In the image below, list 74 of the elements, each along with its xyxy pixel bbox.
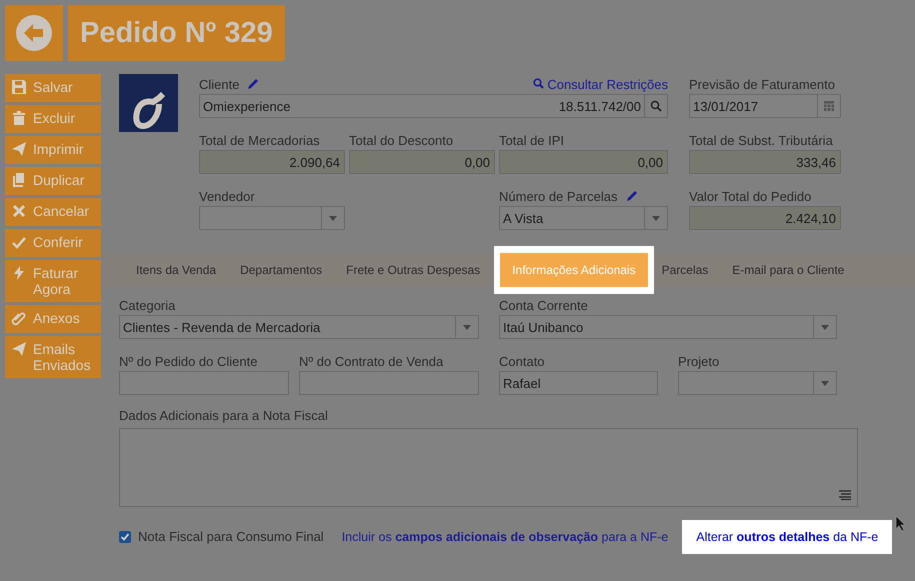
field-label: Previsão de Faturamento <box>689 76 835 92</box>
field-label: Valor Total do Pedido <box>689 188 812 204</box>
field-label: Projeto <box>678 354 720 368</box>
tab[interactable]: Parcelas <box>650 253 720 287</box>
installments-select[interactable]: A Vista <box>499 206 668 230</box>
field-label: Categoria <box>119 298 176 312</box>
total-field: 2.090,64 <box>199 150 345 174</box>
total-field: 0,00 <box>349 150 495 174</box>
tab[interactable]: Informações Adicionais <box>500 253 648 287</box>
tab[interactable]: Itens da Venda <box>124 253 228 287</box>
caret-icon <box>821 380 829 386</box>
page-title: Pedido Nº 329 <box>68 5 285 61</box>
order-total-field: 2.424,10 <box>689 206 841 230</box>
sidebar-button[interactable]: Cancelar <box>5 198 101 226</box>
paper-plane-icon <box>11 341 27 357</box>
field-label: Cliente <box>199 76 240 92</box>
pencil-icon[interactable] <box>247 78 260 90</box>
sidebar-button[interactable]: Emails Enviados <box>5 336 101 378</box>
select-field[interactable] <box>678 371 837 395</box>
back-button[interactable] <box>5 5 63 61</box>
tab[interactable]: E-mail para o Cliente <box>720 253 856 287</box>
sidebar-button[interactable]: Conferir <box>5 229 101 257</box>
field-label: Nº do Contrato de Venda <box>299 354 444 368</box>
nfe-link[interactable]: Incluir os campos adicionais de observação para a NF-e <box>342 530 668 544</box>
tab[interactable]: Frete e Outras Despesas <box>334 253 492 287</box>
sidebar-button[interactable]: Imprimir <box>5 136 101 164</box>
select-field[interactable]: Clientes - Revenda de Mercadoria <box>119 315 479 339</box>
sidebar-button[interactable]: Anexos <box>5 305 101 333</box>
caret-icon <box>821 324 829 330</box>
checkbox[interactable] <box>119 530 131 542</box>
search-icon <box>532 78 544 88</box>
mouse-cursor-icon <box>895 515 907 532</box>
trash-icon <box>11 110 27 126</box>
company-logo <box>119 74 178 132</box>
client-field[interactable]: Omiexperience 18.511.742/00 <box>199 94 668 118</box>
checkbox-label: Nota Fiscal para Consumo Final <box>138 529 324 544</box>
field-label: Conta Corrente <box>499 298 588 312</box>
input-field[interactable]: Rafael <box>499 371 658 395</box>
field-label: Dados Adicionais para a Nota Fiscal <box>119 408 328 422</box>
select-field[interactable]: Itaú Unibanco <box>499 315 837 339</box>
field-label: Contato <box>499 354 545 368</box>
sidebar-button[interactable]: Duplicar <box>5 167 101 195</box>
seller-select[interactable] <box>199 206 345 230</box>
calendar-icon[interactable] <box>824 101 834 111</box>
total-field: 0,00 <box>499 150 668 174</box>
field-label: Número de Parcelas <box>499 188 618 204</box>
caret-icon <box>652 216 660 220</box>
floppy-icon <box>11 79 27 95</box>
field-label: Nº do Pedido do Cliente <box>119 354 258 368</box>
date-field[interactable]: 13/01/2017 <box>689 94 841 118</box>
field-label: Vendedor <box>199 188 255 204</box>
sidebar-button[interactable]: Excluir <box>5 105 101 133</box>
search-icon[interactable] <box>650 100 662 112</box>
total-field: 333,46 <box>689 150 841 174</box>
caret-icon <box>329 216 337 220</box>
caret-icon <box>463 324 471 330</box>
field-label: Total de Mercadorias <box>199 132 320 148</box>
paperclip-icon <box>11 310 27 326</box>
tab[interactable]: Departamentos <box>228 253 334 287</box>
lines-icon <box>839 490 851 500</box>
consult-restrictions-link[interactable]: Consultar Restrições <box>532 76 668 92</box>
input-field[interactable] <box>119 371 289 395</box>
x-icon <box>11 203 27 219</box>
field-label: Total do Desconto <box>349 132 454 148</box>
sidebar-button[interactable]: Faturar Agora <box>5 260 101 302</box>
paper-plane-icon <box>11 141 27 157</box>
notes-textarea[interactable] <box>119 428 858 507</box>
pencil-icon[interactable] <box>626 190 638 202</box>
input-field[interactable] <box>299 371 479 395</box>
field-label: Total de Subst. Tributária <box>689 132 833 148</box>
bolt-icon <box>11 265 27 281</box>
field-label: Total de IPI <box>499 132 564 148</box>
copy-icon <box>11 172 27 188</box>
sidebar-button[interactable]: Salvar <box>5 74 101 102</box>
